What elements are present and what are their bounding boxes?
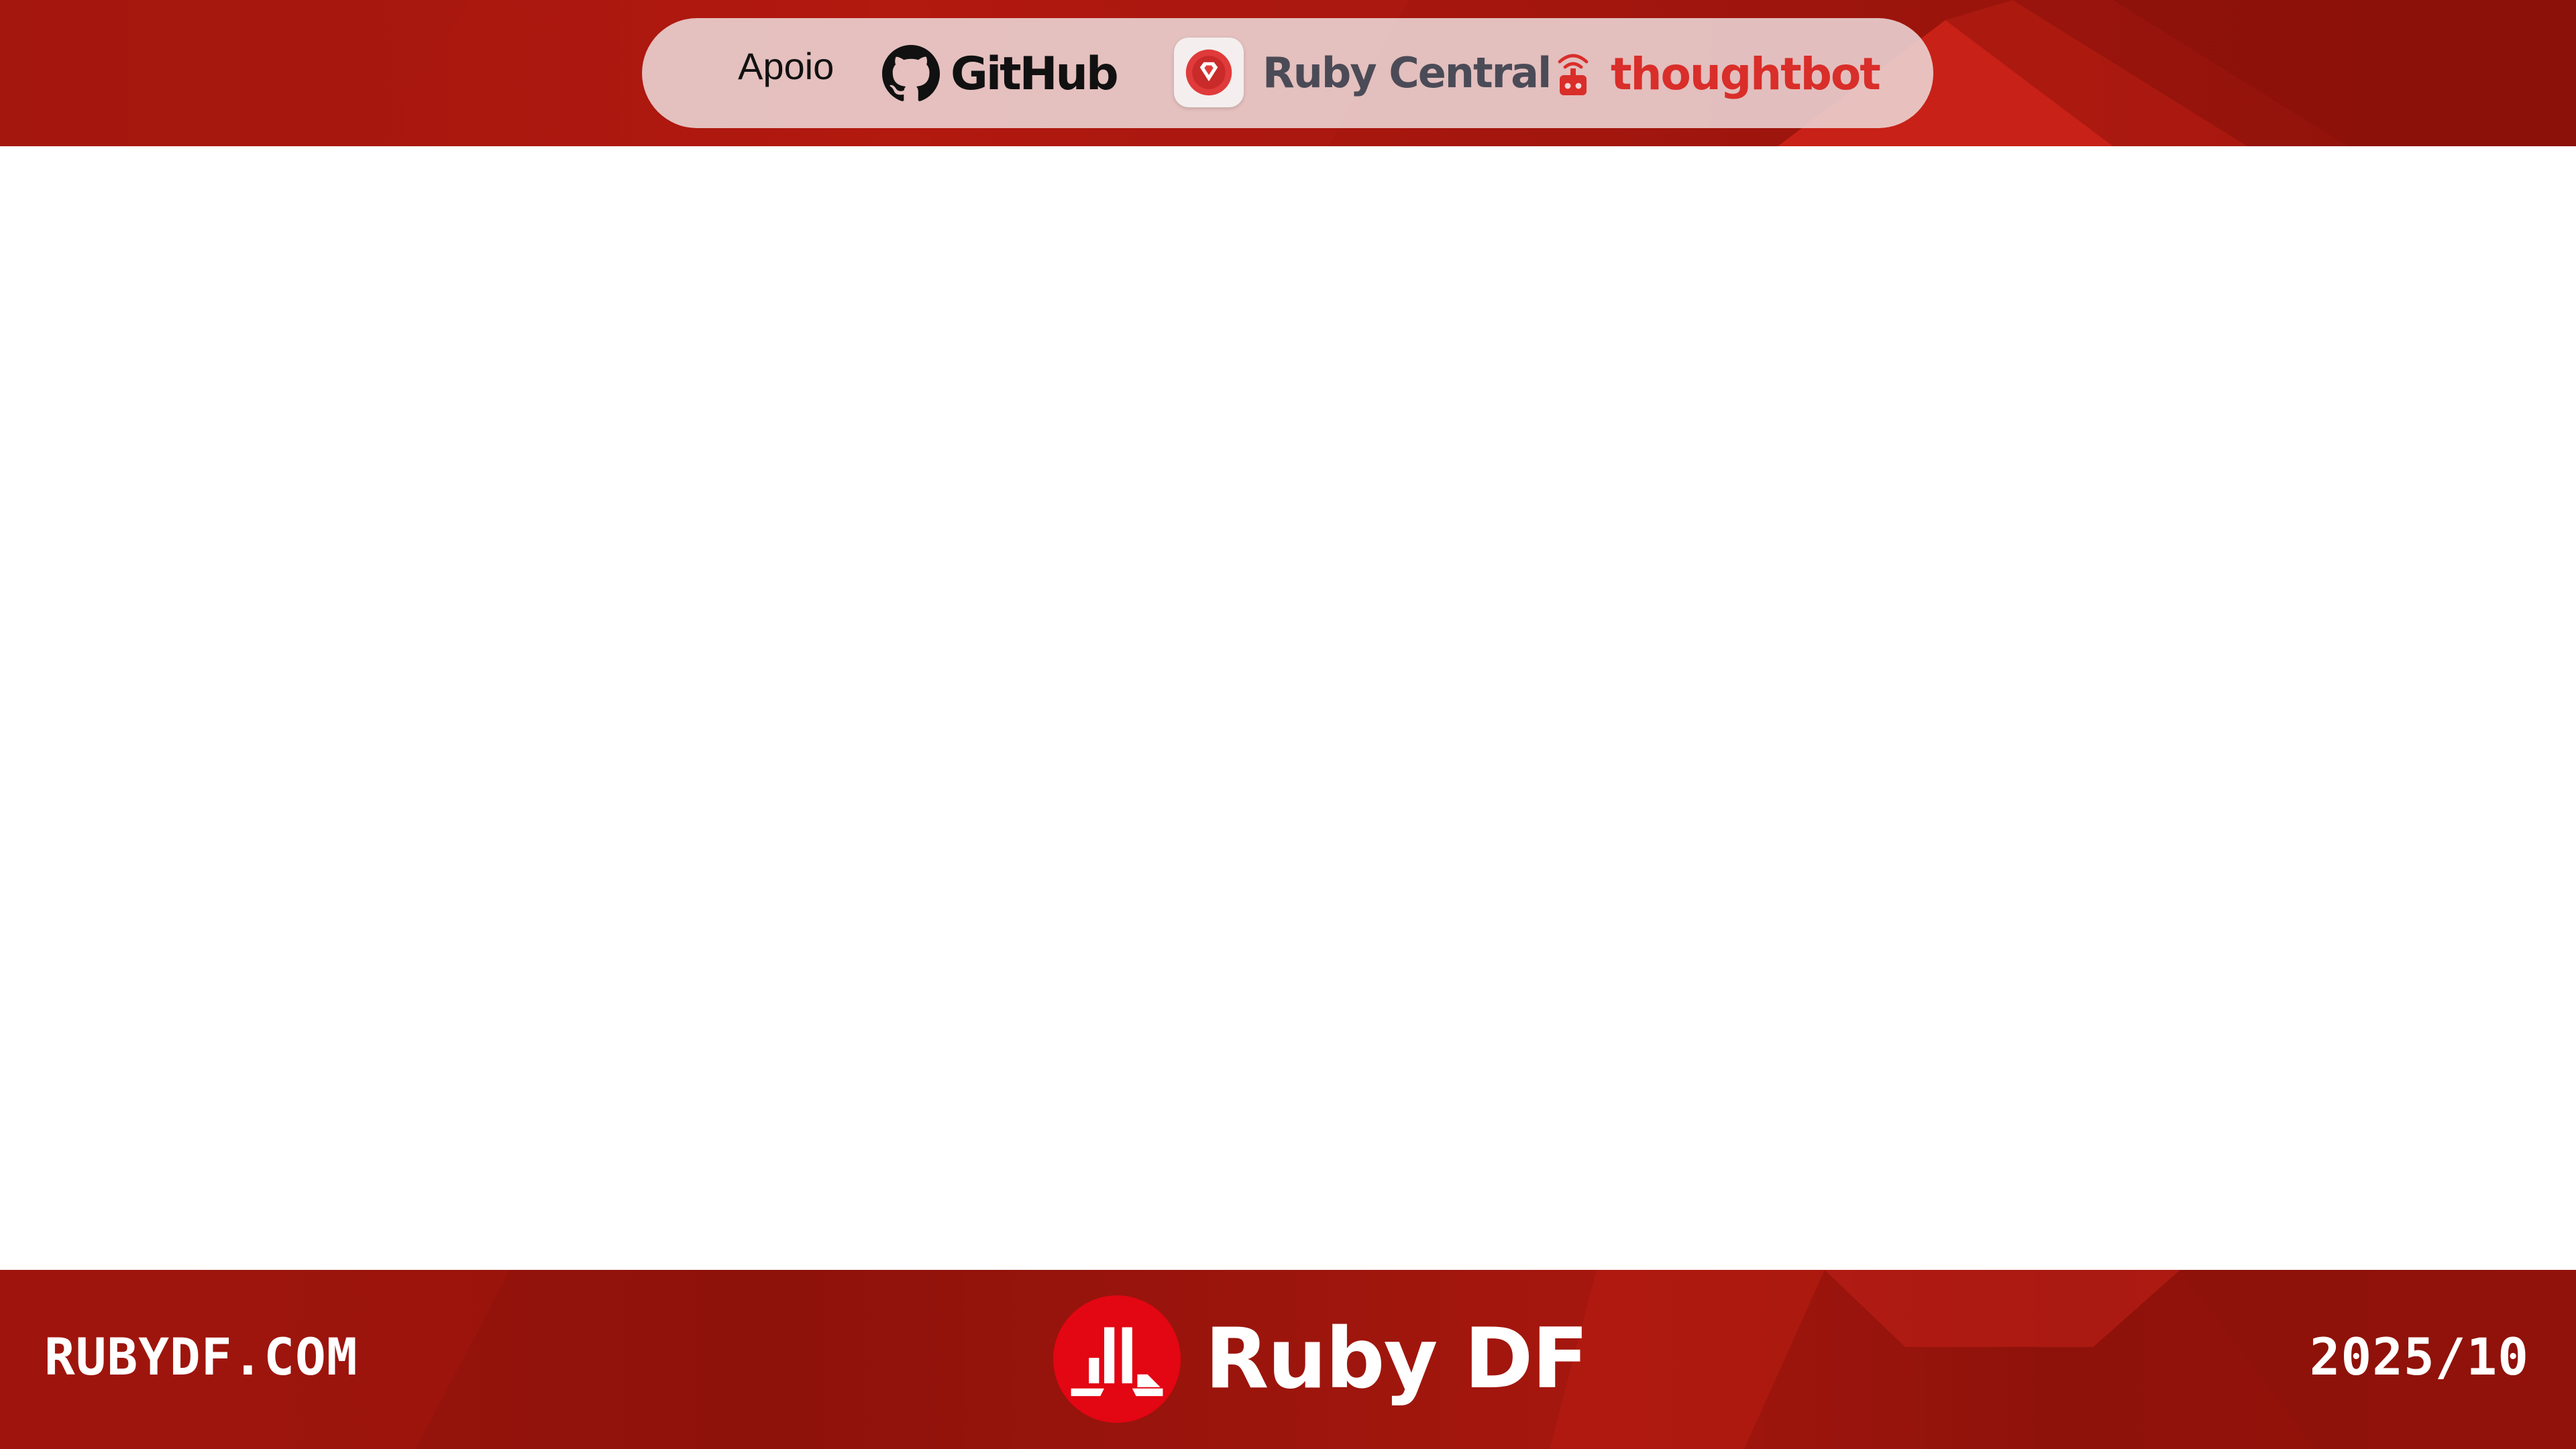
sponsor-thoughtbot: thoughtbot [1556,44,1881,104]
sponsor-label: Apoio [738,45,835,87]
sponsor-github: GitHub [882,44,1119,104]
ruby-df-logo-icon [1053,1295,1181,1423]
brand-name: Ruby DF [1205,1311,1589,1407]
thoughtbot-robot-icon [1558,54,1589,95]
github-octocat-icon [882,45,940,101]
sponsor-name-github: GitHub [951,47,1119,101]
stream-overlay-frame: Apoio GitHub Ruby Central thoughtbot RUB… [0,0,2576,1449]
sponsor-pill: Apoio GitHub Ruby Central thoughtbot [642,18,1933,128]
brand-lockup: Ruby DF [1053,1295,1589,1423]
bottom-banner: RUBYDF.COM Ruby DF 2025/10 [0,1270,2576,1449]
sponsor-ruby-central: Ruby Central [1174,36,1552,109]
ruby-central-gem-icon [1174,38,1244,107]
top-banner: Apoio GitHub Ruby Central thoughtbot [0,0,2576,146]
sponsor-name-ruby-central: Ruby Central [1263,48,1552,97]
site-url: RUBYDF.COM [44,1327,358,1387]
main-canvas [0,146,2576,1270]
sponsor-name-thoughtbot: thoughtbot [1611,48,1881,100]
edition-date: 2025/10 [2309,1327,2529,1387]
